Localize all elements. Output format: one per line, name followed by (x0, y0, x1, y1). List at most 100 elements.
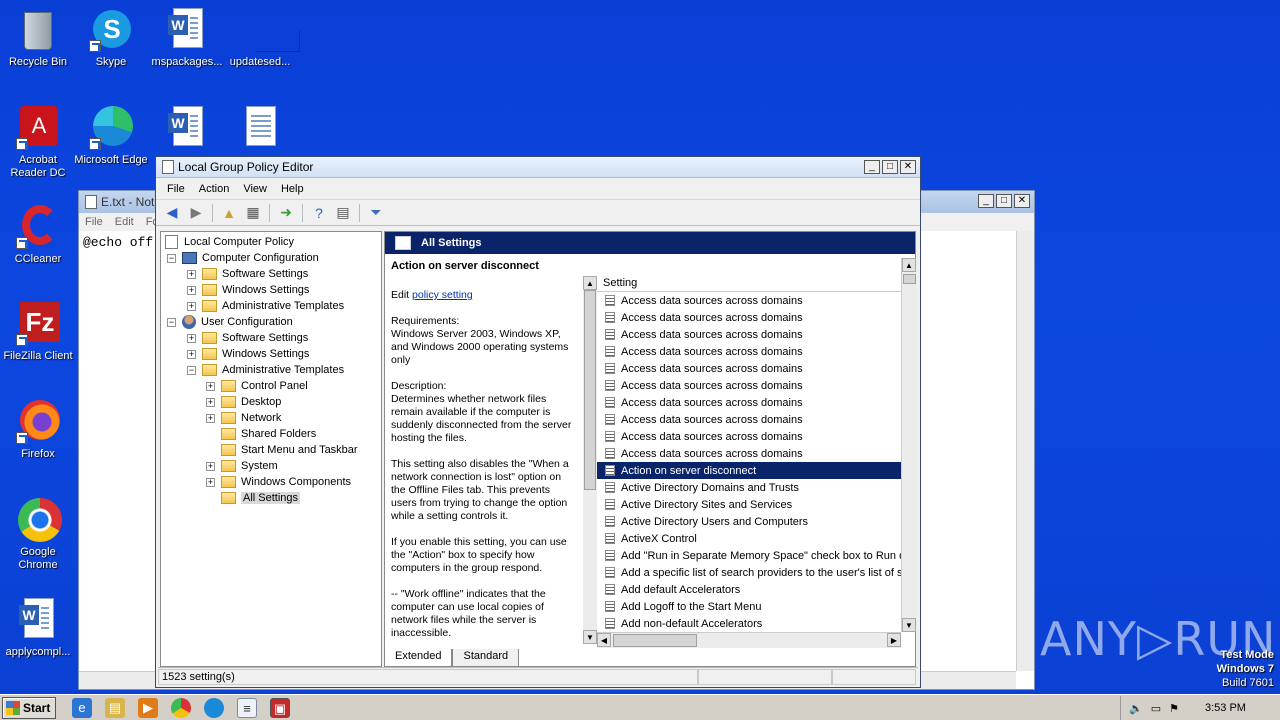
tree-node-uc-software-settings[interactable]: + Software Settings (187, 330, 308, 346)
tree-node-cc-administrative-templates[interactable]: + Administrative Templates (187, 298, 344, 314)
show-hide-tree-icon[interactable]: ▦ (243, 204, 263, 222)
tab-standard[interactable]: Standard (452, 649, 520, 667)
explorer-icon[interactable]: ▤ (105, 697, 125, 718)
setting-row[interactable]: Access data sources across domains (597, 445, 901, 462)
chrome-taskbar-icon[interactable] (171, 697, 191, 718)
tree-node-control-panel[interactable]: + Control Panel (206, 378, 308, 394)
scroll-thumb[interactable] (584, 290, 596, 490)
expand-icon[interactable]: + (206, 397, 215, 407)
desktop-icon-skype[interactable]: S Skype (73, 8, 149, 69)
tab-extended[interactable]: Extended (384, 649, 453, 667)
volume-icon[interactable]: 🔈 (1129, 702, 1143, 715)
notepad-menu-edit[interactable]: Edit (115, 216, 134, 228)
setting-row[interactable]: Active Directory Users and Computers (597, 513, 901, 530)
setting-row[interactable]: Access data sources across domains (597, 360, 901, 377)
tree-node-shared-folders[interactable]: Shared Folders (206, 426, 316, 442)
clock[interactable]: 3:53 PM (1205, 702, 1246, 714)
desktop-icon-recycle-bin[interactable]: Recycle Bin (0, 8, 76, 69)
expand-icon[interactable]: + (187, 285, 196, 295)
setting-row[interactable]: Access data sources across domains (597, 428, 901, 445)
desktop-icon-word-doc-2[interactable]: W (149, 106, 225, 154)
expand-icon[interactable]: + (206, 381, 215, 391)
setting-row[interactable]: Access data sources across domains (597, 309, 901, 326)
menu-help[interactable]: Help (274, 183, 311, 195)
list-horizontal-scrollbar[interactable]: ◀ ▶ (597, 632, 901, 648)
back-icon[interactable]: ◀ (162, 204, 182, 222)
setting-row[interactable]: Add a specific list of search providers … (597, 564, 901, 581)
notepad-taskbar-icon[interactable]: ≡ (237, 697, 257, 718)
scroll-down-arrow[interactable]: ▼ (902, 618, 916, 632)
setting-row[interactable]: Access data sources across domains (597, 292, 901, 309)
edge-taskbar-icon[interactable] (204, 697, 224, 718)
group-policy-taskbar-icon[interactable]: ▣ (270, 697, 290, 718)
tree-node-start-menu-and-taskbar[interactable]: Start Menu and Taskbar (206, 442, 358, 458)
setting-row[interactable]: Access data sources across domains (597, 411, 901, 428)
tree-node-windows-components[interactable]: + Windows Components (206, 474, 351, 490)
scroll-right-arrow[interactable]: ▶ (887, 633, 901, 647)
up-folder-icon[interactable]: ▲ (219, 204, 239, 222)
menu-view[interactable]: View (236, 183, 274, 195)
setting-row[interactable]: Action on server disconnect (597, 462, 901, 479)
flag-notification-icon[interactable]: ⚑ (1169, 702, 1179, 715)
gpe-title-bar[interactable]: Local Group Policy Editor (156, 157, 920, 178)
desktop-icon-firefox[interactable]: Firefox (0, 400, 76, 461)
tree-node-uc-windows-settings[interactable]: + Windows Settings (187, 346, 309, 362)
desktop-icon-applycompl[interactable]: W applycompl... (0, 598, 76, 659)
setting-row[interactable]: Access data sources across domains (597, 326, 901, 343)
policy-tree[interactable]: Local Computer Policy − Computer Configu… (160, 231, 382, 667)
scroll-down-arrow[interactable]: ▼ (583, 630, 597, 644)
expand-icon[interactable]: + (187, 333, 196, 343)
desktop-icon-edge[interactable]: Microsoft Edge (73, 106, 149, 167)
network-icon[interactable]: ▭ (1151, 702, 1161, 715)
setting-row[interactable]: Add non-default Accelerators (597, 615, 901, 632)
desktop-icon-updatesed[interactable]: updatesed... (222, 8, 300, 69)
tree-node-user-configuration[interactable]: − User Configuration (167, 314, 293, 330)
column-header-setting[interactable]: Setting (597, 276, 901, 292)
scroll-up-arrow[interactable]: ▲ (583, 276, 597, 290)
menu-action[interactable]: Action (192, 183, 237, 195)
tree-node-cc-software-settings[interactable]: + Software Settings (187, 266, 308, 282)
expand-icon[interactable]: + (206, 461, 215, 471)
tree-node-local-computer-policy[interactable]: Local Computer Policy (165, 234, 294, 250)
expand-icon[interactable]: + (206, 413, 215, 423)
collapse-icon[interactable]: − (167, 253, 176, 263)
tree-node-network[interactable]: + Network (206, 410, 281, 426)
setting-row[interactable]: Add "Run in Separate Memory Space" check… (597, 547, 901, 564)
setting-row[interactable]: Access data sources across domains (597, 377, 901, 394)
collapse-icon[interactable]: − (167, 317, 176, 327)
setting-row[interactable]: Add default Accelerators (597, 581, 901, 598)
desktop-icon-mspackages[interactable]: W mspackages... (149, 8, 225, 69)
media-player-icon[interactable]: ▶ (138, 697, 158, 718)
close-button[interactable]: ✕ (1014, 194, 1030, 208)
tree-node-cc-windows-settings[interactable]: + Windows Settings (187, 282, 309, 298)
edit-policy-setting-link[interactable]: policy setting (412, 289, 473, 301)
group-policy-editor-window[interactable]: Local Group Policy Editor _ □ ✕ File Act… (155, 156, 921, 688)
desktop-icon-chrome[interactable]: Google Chrome (0, 498, 76, 572)
help-icon[interactable]: ? (309, 204, 329, 222)
scroll-thumb[interactable] (903, 274, 916, 284)
menu-file[interactable]: File (160, 183, 192, 195)
notepad-menu-file[interactable]: File (85, 216, 103, 228)
scroll-up-arrow[interactable]: ▲ (902, 258, 916, 272)
settings-list[interactable]: Setting Access data sources across domai… (597, 276, 901, 650)
setting-row[interactable]: Access data sources across domains (597, 394, 901, 411)
desktop-icon-text-file[interactable] (222, 106, 298, 154)
setting-row[interactable]: Add Logoff to the Start Menu (597, 598, 901, 615)
desktop-icon-ccleaner[interactable]: CCleaner (0, 205, 76, 266)
minimize-button[interactable]: _ (864, 160, 880, 174)
ie-icon[interactable]: e (72, 697, 92, 718)
notepad-vertical-scrollbar[interactable] (1016, 231, 1034, 671)
maximize-button[interactable]: □ (882, 160, 898, 174)
description-scrollbar[interactable]: ▲ ▼ (583, 276, 597, 644)
expand-icon[interactable]: + (187, 269, 196, 279)
expand-icon[interactable]: + (187, 349, 196, 359)
expand-icon[interactable]: + (206, 477, 215, 487)
minimize-button[interactable]: _ (978, 194, 994, 208)
tree-node-all-settings[interactable]: All Settings (206, 490, 301, 506)
desktop-icon-acrobat[interactable]: A Acrobat Reader DC (0, 106, 76, 180)
setting-row[interactable]: Active Directory Domains and Trusts (597, 479, 901, 496)
tree-node-uc-administrative-templates[interactable]: − Administrative Templates (187, 362, 344, 378)
maximize-button[interactable]: □ (996, 194, 1012, 208)
forward-icon[interactable]: ▶ (186, 204, 206, 222)
properties-icon[interactable]: ▤ (333, 204, 353, 222)
